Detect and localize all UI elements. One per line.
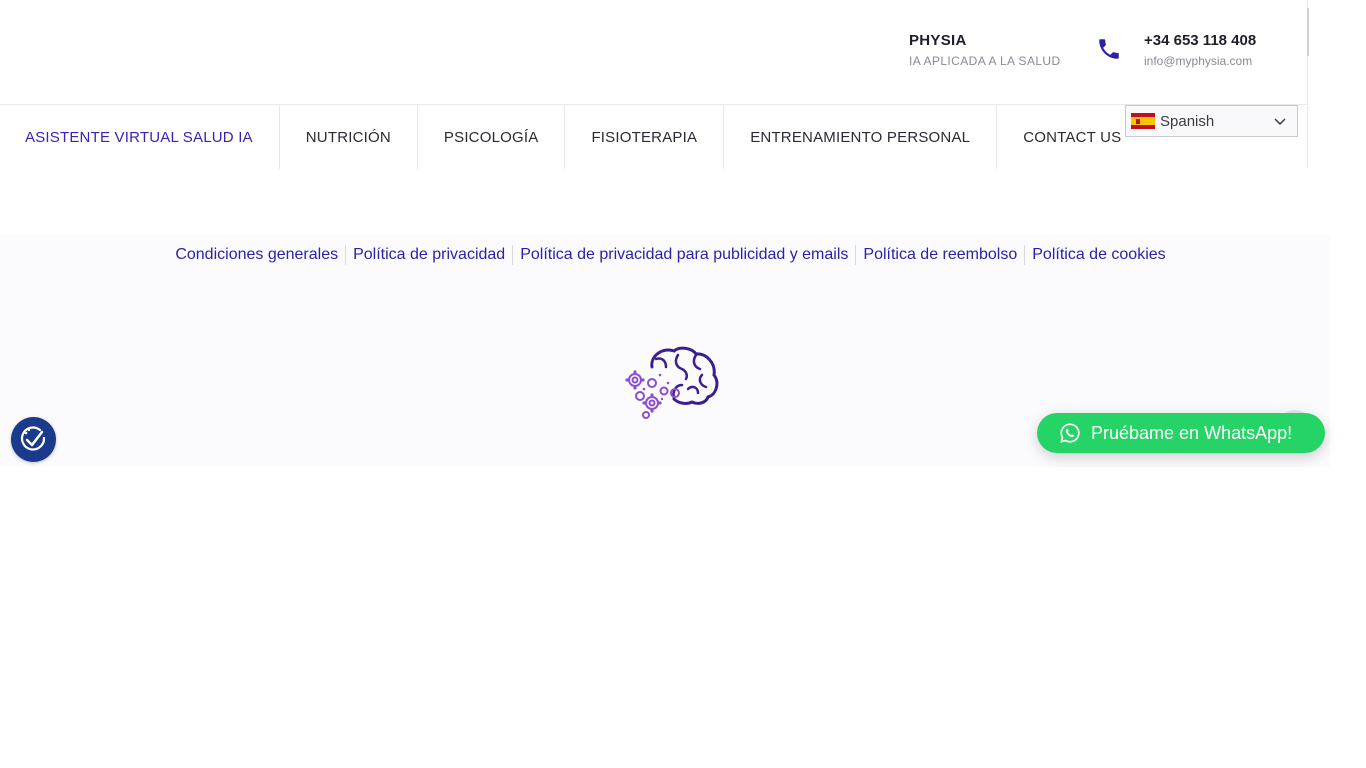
link-politica-cookies[interactable]: Política de cookies	[1025, 245, 1172, 265]
nav-item-nutricion[interactable]: NUTRICIÓN	[280, 105, 418, 169]
nav-item-psicologia[interactable]: PSICOLOGÍA	[418, 105, 566, 169]
brain-gears-logo[interactable]	[622, 345, 720, 423]
language-selected-value: Spanish	[1160, 112, 1215, 130]
whatsapp-icon	[1060, 423, 1080, 443]
accessibility-button[interactable]	[11, 417, 56, 462]
scroll-edge-marker	[1307, 8, 1309, 56]
main-nav: ASISTENTE VIRTUAL SALUD IA NUTRICIÓN PSI…	[0, 105, 1147, 169]
brand-block: PHYSIA IA APLICADA A LA SALUD	[909, 32, 1061, 68]
language-select[interactable]: Spanish	[1125, 105, 1298, 137]
whatsapp-button-label: Pruébame en WhatsApp!	[1091, 422, 1293, 443]
whatsapp-button[interactable]: Pruébame en WhatsApp!	[1037, 413, 1325, 453]
link-privacidad-publicidad[interactable]: Política de privacidad para publicidad y…	[513, 245, 855, 265]
nav-item-entrenamiento-personal[interactable]: ENTRENAMIENTO PERSONAL	[724, 105, 998, 169]
footer-policy-links: Condiciones generales Política de privac…	[0, 245, 1341, 265]
email-address[interactable]: info@myphysia.com	[1144, 54, 1256, 68]
brand-tagline: IA APLICADA A LA SALUD	[909, 54, 1061, 68]
site-header: PHYSIA IA APLICADA A LA SALUD +34 653 11…	[0, 0, 1308, 105]
phone-number[interactable]: +34 653 118 408	[1144, 32, 1256, 49]
chevron-down-icon	[1274, 118, 1286, 126]
brand-name[interactable]: PHYSIA	[909, 32, 1061, 49]
contact-block: +34 653 118 408 info@myphysia.com	[1144, 32, 1256, 68]
nav-item-asistente-virtual[interactable]: ASISTENTE VIRTUAL SALUD IA	[0, 105, 280, 169]
link-politica-privacidad[interactable]: Política de privacidad	[346, 245, 512, 265]
spain-flag-icon	[1131, 113, 1155, 129]
link-condiciones-generales[interactable]: Condiciones generales	[168, 245, 345, 265]
nav-item-fisioterapia[interactable]: FISIOTERAPIA	[565, 105, 725, 169]
phone-icon	[1099, 39, 1119, 59]
link-politica-reembolso[interactable]: Política de reembolso	[856, 245, 1024, 265]
accessibility-icon	[20, 426, 46, 451]
